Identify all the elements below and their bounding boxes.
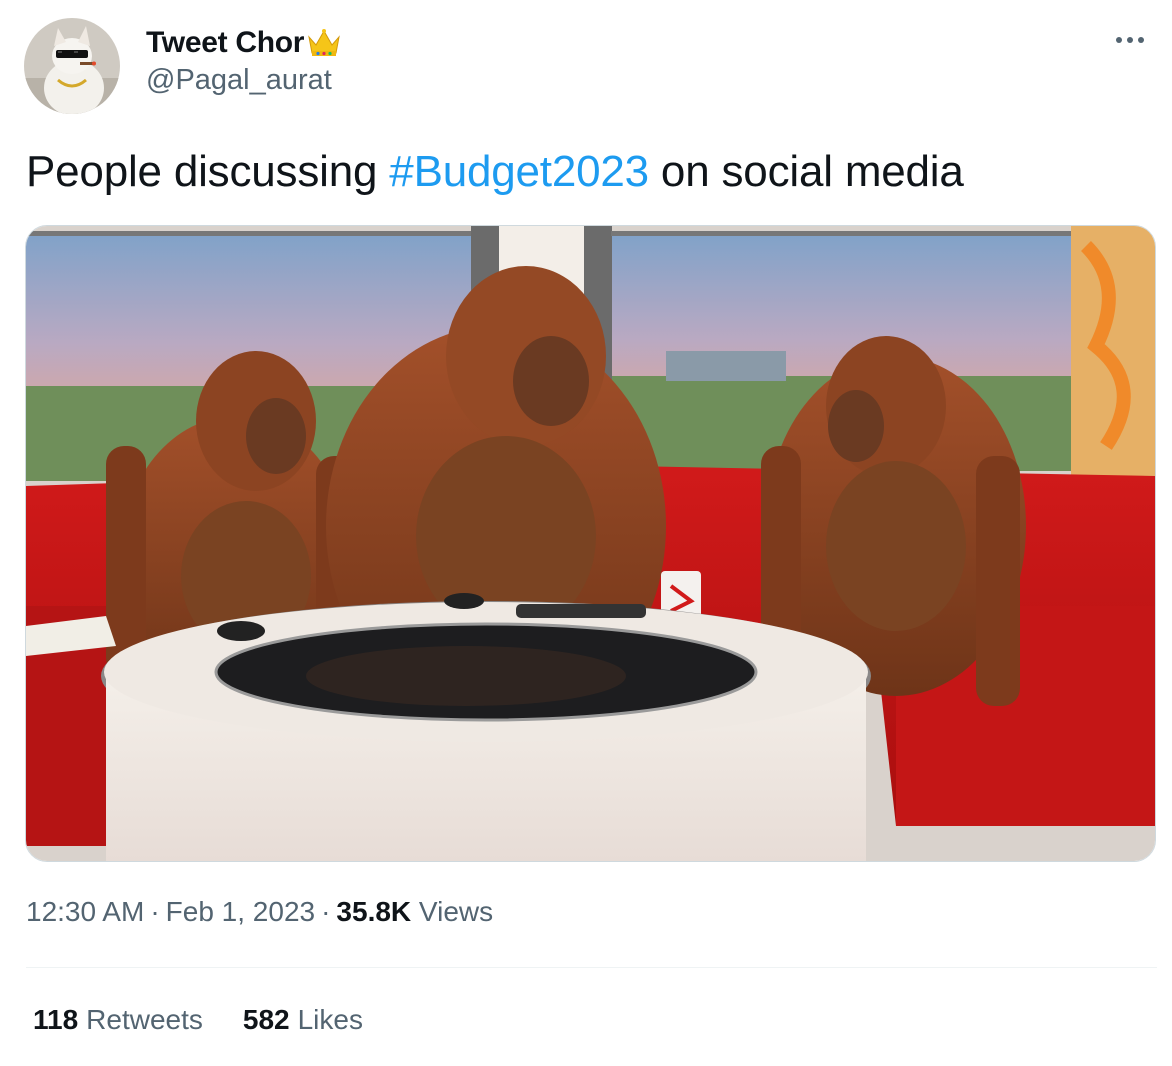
- views-count: 35.8K: [336, 896, 412, 927]
- retweets-stat[interactable]: 118 Retweets: [33, 1004, 203, 1036]
- views-label: Views: [418, 896, 494, 927]
- tweet-time: 12:30 AM: [26, 896, 145, 927]
- tweet-text-before: People discussing: [26, 147, 390, 196]
- tweet-text: People discussing #Budget2023 on social …: [26, 142, 964, 202]
- tweet-time-link[interactable]: 12:30 AM · Feb 1, 2023: [26, 896, 315, 927]
- more-options-icon[interactable]: [1112, 30, 1148, 50]
- tweet-media-image[interactable]: [25, 225, 1156, 862]
- divider: [26, 967, 1157, 968]
- tweet-card: Tweet Chor @Pagal_aurat People discussin…: [0, 0, 1172, 1066]
- orangutans-news-desk-image: [26, 226, 1155, 861]
- tweet-meta: 12:30 AM · Feb 1, 2023 · 35.8K Views: [26, 896, 493, 928]
- likes-label: Likes: [297, 1004, 363, 1035]
- likes-stat[interactable]: 582 Likes: [243, 1004, 363, 1036]
- user-handle[interactable]: @Pagal_aurat: [146, 64, 342, 97]
- display-name-row: Tweet Chor: [146, 24, 342, 62]
- hashtag-link[interactable]: #Budget2023: [389, 147, 649, 196]
- display-name[interactable]: Tweet Chor: [146, 26, 304, 60]
- crown-icon: [306, 27, 342, 59]
- retweets-label: Retweets: [86, 1004, 203, 1035]
- tweet-text-after: on social media: [648, 147, 964, 196]
- separator-dot: ·: [150, 896, 160, 927]
- retweets-count: 118: [33, 1004, 79, 1035]
- tweet-stats: 118 Retweets 582 Likes: [33, 1004, 403, 1036]
- tweet-date: Feb 1, 2023: [165, 896, 316, 927]
- avatar[interactable]: [24, 18, 120, 114]
- separator-dot: ·: [321, 896, 331, 927]
- user-names: Tweet Chor @Pagal_aurat: [146, 24, 342, 97]
- cat-avatar-icon: [24, 18, 120, 114]
- likes-count: 582: [242, 1004, 290, 1035]
